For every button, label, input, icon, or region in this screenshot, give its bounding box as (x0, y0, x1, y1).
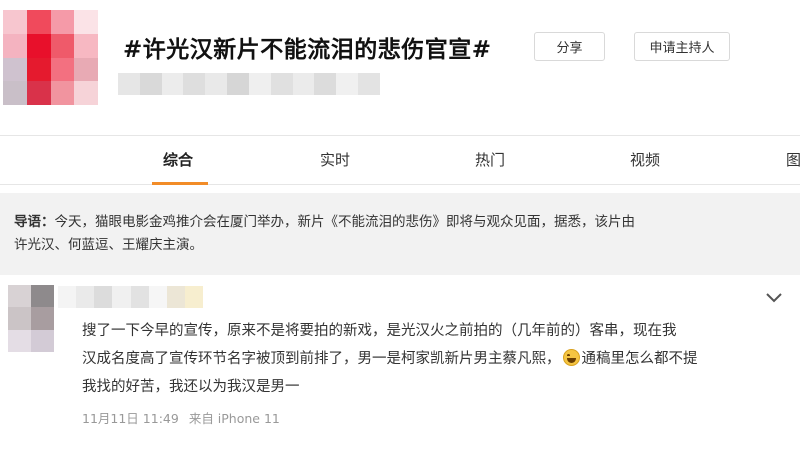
comment-body: 搜了一下今早的宣传，原来不是将要拍的新戏，是光汉火之前拍的（几年前的）客串，现在… (82, 317, 772, 401)
user-avatar-pixelated[interactable] (8, 285, 54, 352)
comment-timestamp[interactable]: 11月11日 11:49 (82, 411, 179, 426)
apply-host-button[interactable]: 申请主持人 (634, 32, 730, 61)
guide-prefix: 导语： (14, 214, 55, 230)
comment-line2-part1: 汉成名度高了宣传环节名字被顶到前排了，男一是柯家凯新片男主蔡凡熙， (82, 351, 561, 367)
blurred-subtitle (118, 73, 380, 95)
tab-images[interactable]: 图 (786, 149, 800, 170)
topic-title: #许光汉新片不能流泪的悲伤官宣# (123, 37, 492, 63)
comment-line3: 我找的好苦，我还以为我汉是男一 (82, 379, 300, 395)
tab-hot[interactable]: 热门 (475, 149, 505, 170)
tab-overview[interactable]: 综合 (163, 149, 193, 170)
comment-line1: 搜了一下今早的宣传，原来不是将要拍的新戏，是光汉火之前拍的（几年前的）客串，现在… (82, 323, 677, 339)
tab-realtime[interactable]: 实时 (320, 149, 350, 170)
chevron-down-icon[interactable] (764, 290, 784, 306)
blurred-username[interactable] (58, 286, 203, 308)
share-button[interactable]: 分享 (534, 32, 605, 61)
guide-text-line2: 许光汉、何蓝逗、王耀庆主演。 (14, 237, 203, 253)
grin-sweat-emoji-icon (562, 349, 580, 366)
active-tab-indicator (152, 182, 208, 185)
topic-avatar-pixelated (3, 10, 98, 105)
guide-text-line1: 今天，猫眼电影金鸡推介会在厦门举办，新片《不能流泪的悲伤》即将与观众见面，据悉，… (54, 214, 636, 230)
tab-video[interactable]: 视频 (630, 149, 660, 170)
tab-bar: 综合 实时 热门 视频 图 (0, 135, 800, 185)
comment-line2-part2: 通稿里怎么都不提 (581, 351, 698, 367)
topic-guide: 导语：今天，猫眼电影金鸡推介会在厦门举办，新片《不能流泪的悲伤》即将与观众见面，… (0, 193, 800, 275)
comment-meta: 11月11日 11:49 来自 iPhone 11 (82, 408, 290, 427)
comment-source: 来自 iPhone 11 (188, 411, 280, 426)
